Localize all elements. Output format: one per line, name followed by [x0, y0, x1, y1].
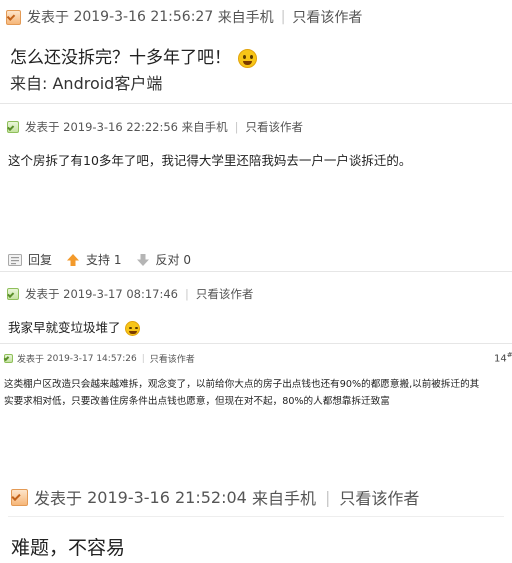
- post-text: 怎么还没拆完？十多年了吧！: [10, 48, 231, 68]
- post-4-meta: 发表于 2019-3-17 14:57:26 | 只看该作者: [4, 352, 195, 365]
- user-icon: [7, 121, 19, 133]
- arrow-down-icon: [136, 253, 150, 267]
- posted-label: 发表于: [25, 120, 60, 134]
- post-datetime: 2019-3-16 21:56:27: [73, 9, 214, 25]
- post-text-line: 这类棚户区改造只会越来越难拆，观念变了，以前给你大点的房子出点钱也还有90%的都…: [4, 379, 480, 390]
- post-1-meta: 发表于 2019-3-16 21:56:27 来自手机 | 只看该作者: [6, 7, 362, 27]
- divider: [0, 343, 512, 344]
- user-icon: [6, 9, 21, 25]
- separator: |: [280, 9, 286, 25]
- reply-icon: [8, 253, 22, 267]
- reply-label: 回复: [28, 253, 53, 267]
- only-author-link[interactable]: 只看该作者: [339, 485, 419, 509]
- floor-number: 14#: [494, 351, 512, 364]
- post-datetime: 2019-3-17 14:57:26: [46, 353, 137, 364]
- divider: [8, 516, 504, 517]
- client-signature: 来自: Android客户端: [10, 74, 163, 93]
- separator: |: [234, 120, 239, 134]
- source-label: 来自手机: [217, 10, 274, 26]
- support-label: 支持: [86, 253, 111, 267]
- arrow-up-icon: [66, 253, 80, 267]
- posted-label: 发表于: [17, 355, 45, 365]
- post-1-content: 怎么还没拆完？十多年了吧！: [10, 43, 258, 68]
- separator: |: [184, 287, 189, 301]
- post-4-content: 这类棚户区改造只会越来越难拆，观念变了，以前给你大点的房子出点钱也还有90%的都…: [4, 376, 479, 410]
- separator: |: [141, 353, 145, 364]
- post-5-meta: 发表于 2019-3-16 21:52:04 来自手机 | 只看该作者: [11, 485, 419, 509]
- posted-label: 发表于: [25, 287, 60, 301]
- user-icon: [11, 488, 28, 506]
- support-button[interactable]: 支持 1: [66, 251, 122, 268]
- post-datetime: 2019-3-16 22:22:56: [63, 120, 178, 134]
- post-text: 这个房拆了有10多年了吧，我记得大学里还陪我妈去一户一户谈拆迁的。: [8, 153, 412, 168]
- only-author-link[interactable]: 只看该作者: [196, 286, 254, 302]
- posted-label: 发表于: [34, 489, 83, 508]
- floor-number-suffix: #: [507, 351, 512, 359]
- source-label: 来自手机: [251, 489, 316, 508]
- post-text: 难题，不容易: [11, 537, 126, 559]
- post-datetime: 2019-3-16 21:52:04: [87, 487, 247, 507]
- user-icon: [7, 288, 19, 300]
- oppose-count: 0: [183, 252, 191, 267]
- laughing-emoji-icon: [124, 321, 140, 336]
- only-author-link[interactable]: 只看该作者: [246, 119, 304, 135]
- divider: [0, 271, 512, 272]
- posted-label: 发表于: [27, 10, 69, 26]
- post-2-actions: 回复 支持 1 反对 0: [8, 251, 205, 268]
- only-author-link[interactable]: 只看该作者: [292, 7, 362, 27]
- separator: |: [324, 487, 331, 507]
- source-label: 来自手机: [181, 120, 228, 134]
- user-icon: [4, 354, 13, 363]
- post-2-meta: 发表于 2019-3-16 22:22:56 来自手机 | 只看该作者: [7, 119, 303, 135]
- divider: [0, 103, 512, 104]
- grin-emoji-icon: [238, 48, 258, 68]
- floor-number-value: 14: [494, 353, 507, 365]
- post-3-content: 我家早就变垃圾堆了: [8, 317, 140, 336]
- oppose-label: 反对: [155, 253, 180, 267]
- post-text: 我家早就变垃圾堆了: [8, 320, 121, 335]
- oppose-button[interactable]: 反对 0: [136, 251, 191, 268]
- post-text-line: 实要求相对低，只要改善住房条件出点钱也愿意，但现在对不起，80%的人都想靠拆迁致…: [4, 396, 390, 407]
- reply-button[interactable]: 回复: [8, 251, 52, 268]
- post-3-meta: 发表于 2019-3-17 08:17:46 | 只看该作者: [7, 286, 253, 302]
- support-count: 1: [113, 252, 122, 267]
- only-author-link[interactable]: 只看该作者: [150, 352, 195, 365]
- post-datetime: 2019-3-17 08:17:46: [63, 287, 178, 301]
